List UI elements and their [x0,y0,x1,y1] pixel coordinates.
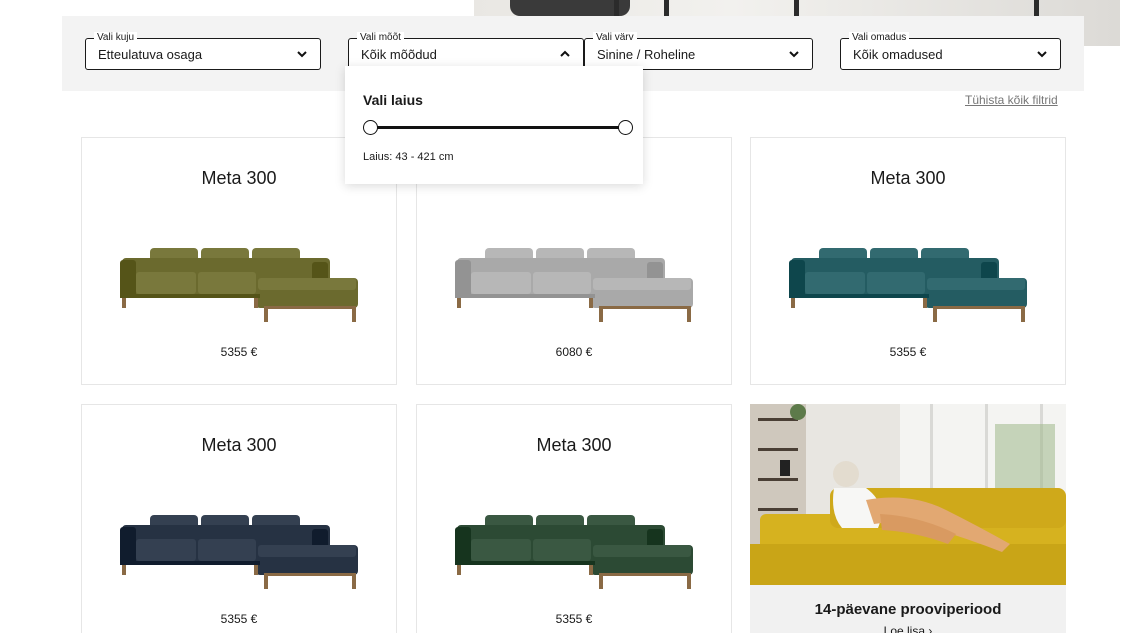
hero-table-leg [794,0,799,16]
slider-track[interactable] [369,126,627,129]
product-name: Meta 300 [536,435,612,455]
sofa-image [120,248,358,322]
color-filter-value: Sinine / Roheline [597,47,696,62]
product-price: 5355 € [555,612,593,626]
feature-filter-select[interactable]: Vali omadus Kõik omadused [840,32,1061,70]
chevron-down-icon [789,51,799,58]
sofa-image [455,248,693,322]
product-name: Meta 300 [870,168,946,188]
dropdown-title: Vali laius [363,92,423,108]
slider-min-handle[interactable] [363,120,378,135]
promo-title: 14-päevane prooviperiood [814,601,1002,618]
hero-table-leg [1034,0,1039,16]
size-dropdown-panel: Vali laius Laius: 43 - 421 cm [345,66,643,184]
chevron-down-icon [297,51,307,58]
feature-filter-value: Kõik omadused [853,47,943,62]
chevron-up-icon [560,50,570,57]
sofa-image [455,515,693,589]
product-price: 6080 € [555,345,593,359]
width-range-slider[interactable] [363,120,633,136]
product-price: 5355 € [889,345,927,359]
shape-filter-label: Vali kuju [94,32,138,44]
sofa-image [120,515,358,589]
clear-all-filters-link[interactable]: Tühista kõik filtrid [965,93,1058,107]
hero-lamp-shape [510,0,630,16]
sofa-image [789,248,1027,322]
shape-filter-select[interactable]: Vali kuju Etteulatuva osaga [85,32,321,70]
trial-period-promo[interactable]: 14-päevane prooviperiood Loe lisa › [750,404,1066,633]
hero-table-leg [664,0,669,16]
product-card[interactable]: Meta 300 5355 € [416,404,732,633]
width-range-text: Laius: 43 - 421 cm [363,151,454,163]
promo-read-more-link[interactable]: Loe lisa › [750,624,1066,633]
chevron-down-icon [1037,51,1047,58]
product-card[interactable]: Meta 300 5355 € [81,404,397,633]
promo-lifestyle-image [750,404,1066,585]
product-name: Meta 300 [201,435,277,455]
product-card[interactable]: Meta 300 5355 € [750,137,1066,385]
size-filter-value: Kõik mõõdud [361,47,437,62]
slider-max-handle[interactable] [618,120,633,135]
size-filter-label: Vali mõõt [357,32,404,44]
hero-table-leg [614,0,619,16]
color-filter-label: Vali värv [593,32,637,44]
product-price: 5355 € [220,345,258,359]
shape-filter-value: Etteulatuva osaga [98,47,203,62]
product-price: 5355 € [220,612,258,626]
feature-filter-label: Vali omadus [849,32,910,44]
